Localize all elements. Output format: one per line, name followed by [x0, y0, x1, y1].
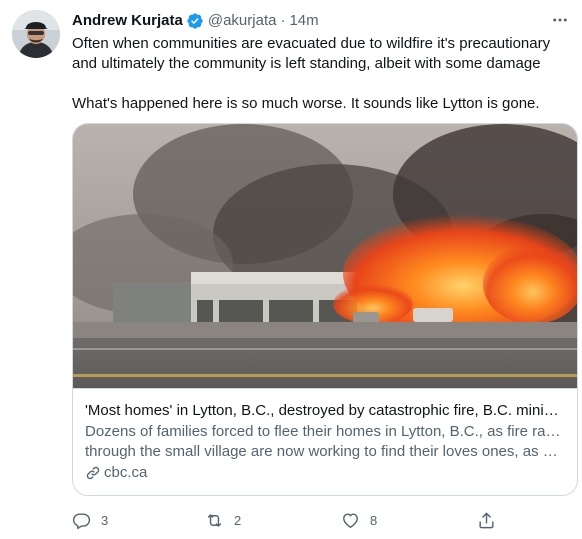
more-icon	[553, 18, 567, 22]
avatar[interactable]	[12, 10, 60, 58]
tweet-header: Andrew Kurjata @akurjata · 14m	[72, 10, 582, 32]
tweet[interactable]: Andrew Kurjata @akurjata · 14m Often whe…	[0, 0, 582, 539]
avatar-image	[12, 10, 60, 58]
card-image-wildfire	[73, 124, 577, 388]
card-description: Dozens of families forced to flee their …	[85, 422, 565, 462]
reply-count: 3	[101, 512, 109, 528]
card-domain: cbc.ca	[85, 463, 565, 483]
card-description-line: through the small village are now workin…	[85, 443, 558, 460]
link-card[interactable]: 'Most homes' in Lytton, B.C., destroyed …	[72, 123, 578, 496]
share-icon	[479, 512, 494, 528]
author-name[interactable]: Andrew Kurjata	[72, 11, 183, 31]
card-description-line: Dozens of families forced to flee their …	[85, 423, 565, 440]
card-domain-text: cbc.ca	[104, 464, 148, 481]
heart-icon	[343, 512, 358, 528]
reply-icon	[72, 512, 91, 529]
tweet-paragraph: What's happened here is so much worse. I…	[72, 95, 540, 112]
retweet-icon	[207, 513, 222, 527]
reply-button[interactable]: 3	[72, 508, 108, 532]
verified-badge-icon	[187, 13, 203, 29]
like-count: 8	[370, 512, 378, 528]
author-handle[interactable]: @akurjata	[208, 11, 277, 31]
tweet-actions: 3 2 8	[72, 508, 512, 532]
link-icon	[86, 466, 100, 480]
retweet-button[interactable]: 2	[205, 508, 241, 532]
header-separator: ·	[280, 12, 286, 29]
tweet-text: Often when communities are evacuated due…	[72, 34, 562, 114]
tweet-timestamp[interactable]: 14m	[289, 11, 318, 31]
card-title: 'Most homes' in Lytton, B.C., destroyed …	[85, 402, 565, 419]
retweet-count: 2	[234, 512, 242, 528]
share-button[interactable]	[477, 508, 496, 532]
like-button[interactable]: 8	[341, 508, 377, 532]
tweet-paragraph: Often when communities are evacuated due…	[72, 35, 551, 72]
card-body: 'Most homes' in Lytton, B.C., destroyed …	[73, 388, 577, 495]
more-options-button[interactable]	[548, 10, 572, 30]
